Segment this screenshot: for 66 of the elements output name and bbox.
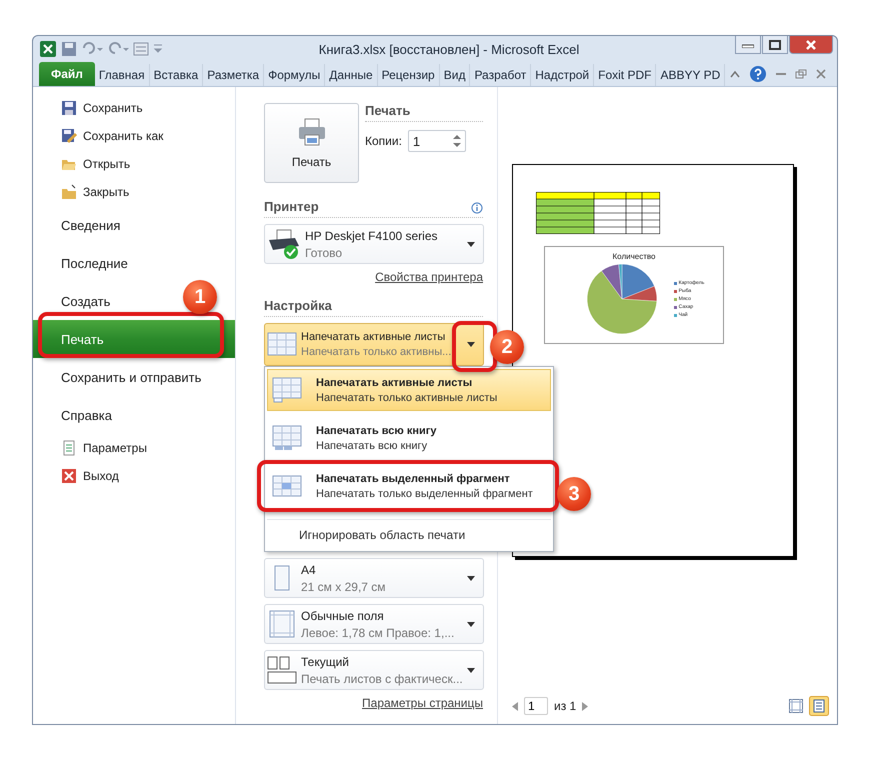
section-heading: Печать [365, 103, 483, 122]
minimize-button[interactable] [735, 36, 761, 54]
menu-item[interactable]: Справка [33, 400, 116, 430]
caret-icon [467, 342, 475, 347]
close-icon [805, 40, 817, 50]
restore-icon[interactable] [795, 69, 807, 79]
caret-icon [467, 668, 475, 672]
close-icon[interactable] [815, 69, 827, 79]
print-scope-dropdown[interactable]: Напечатать активные листы Напечатать только активны... [264, 323, 484, 366]
floppy-pencil-icon [61, 128, 77, 144]
caret-icon [467, 622, 475, 626]
printer-properties-link[interactable]: Свойства принтера [375, 270, 483, 284]
menu-item[interactable]: Открыть [33, 150, 134, 178]
save-icon[interactable] [61, 41, 77, 57]
menu-item[interactable]: Сведения [33, 210, 124, 240]
menu-item[interactable]: Параметры [33, 434, 151, 462]
printer-icon [296, 117, 326, 147]
menu-item[interactable]: Выход [33, 462, 123, 490]
minimize-icon [742, 42, 754, 48]
printer-ready-icon [267, 228, 301, 260]
menu-item[interactable]: Сохранить и отправить [33, 362, 206, 392]
folder-icon [61, 184, 77, 200]
menu-item[interactable]: Последние [33, 248, 132, 278]
copies-label: Копии: [365, 134, 402, 148]
menu-item[interactable]: Сохранить [33, 94, 147, 122]
menu-item[interactable]: Закрыть [33, 178, 134, 206]
next-page-icon[interactable] [582, 702, 588, 710]
menu-option[interactable]: Напечатать активные листы Напечатать только активные листы [267, 369, 551, 411]
help-icon[interactable] [749, 65, 767, 83]
page-margins-icon [267, 610, 297, 638]
caret-icon [467, 242, 475, 246]
sheet-grid-icon [267, 332, 297, 358]
section-heading: Настройка [264, 298, 483, 317]
exit-icon [61, 468, 77, 484]
workbook-grid-icon [272, 425, 302, 451]
menu-item[interactable]: Сохранить как [33, 122, 168, 150]
menu-item[interactable]: Создать [33, 286, 114, 316]
window-title: Книга3.xlsx [восстановлен] - Microsoft Excel [318, 42, 580, 56]
chart-title: Количество [612, 252, 656, 261]
close-button[interactable] [789, 36, 833, 54]
collapse-ribbon-icon[interactable] [729, 69, 741, 79]
settings-dropdown[interactable]: Текущий Печать листов с фактическ... [264, 650, 484, 690]
page-count: из 1 [554, 699, 576, 713]
section-heading: Принтер [264, 199, 319, 216]
settings-dropdown[interactable]: Обычные поля Левое: 1,78 см Правое: 1,... [264, 604, 484, 644]
info-icon[interactable] [471, 202, 483, 214]
previous-page-icon[interactable] [512, 702, 518, 710]
zoom-to-page-icon[interactable] [809, 696, 829, 716]
redo-icon[interactable] [107, 41, 129, 57]
page-number-field[interactable]: 1 [524, 697, 548, 715]
spin-arrows-icon[interactable] [452, 133, 461, 149]
copies-spinner[interactable]: 1 [408, 130, 466, 152]
settings-dropdown[interactable]: А4 21 см x 29,7 см [264, 558, 484, 598]
maximize-button[interactable] [762, 36, 788, 54]
page-scaling-icon [267, 656, 297, 684]
page-setup-link[interactable]: Параметры страницы [362, 696, 483, 710]
undo-icon[interactable] [81, 41, 103, 57]
document-list-icon [61, 440, 77, 456]
sheet-grid-icon [272, 377, 302, 403]
print-button[interactable]: Печать [264, 103, 359, 183]
maximize-icon [769, 40, 781, 50]
show-margins-icon[interactable] [789, 699, 803, 713]
selection-grid-icon [272, 473, 302, 499]
caret-icon [467, 576, 475, 580]
printer-dropdown[interactable]: HP Deskjet F4100 series Готово [264, 224, 484, 264]
ribbon-tab[interactable]: Файл [39, 62, 95, 86]
